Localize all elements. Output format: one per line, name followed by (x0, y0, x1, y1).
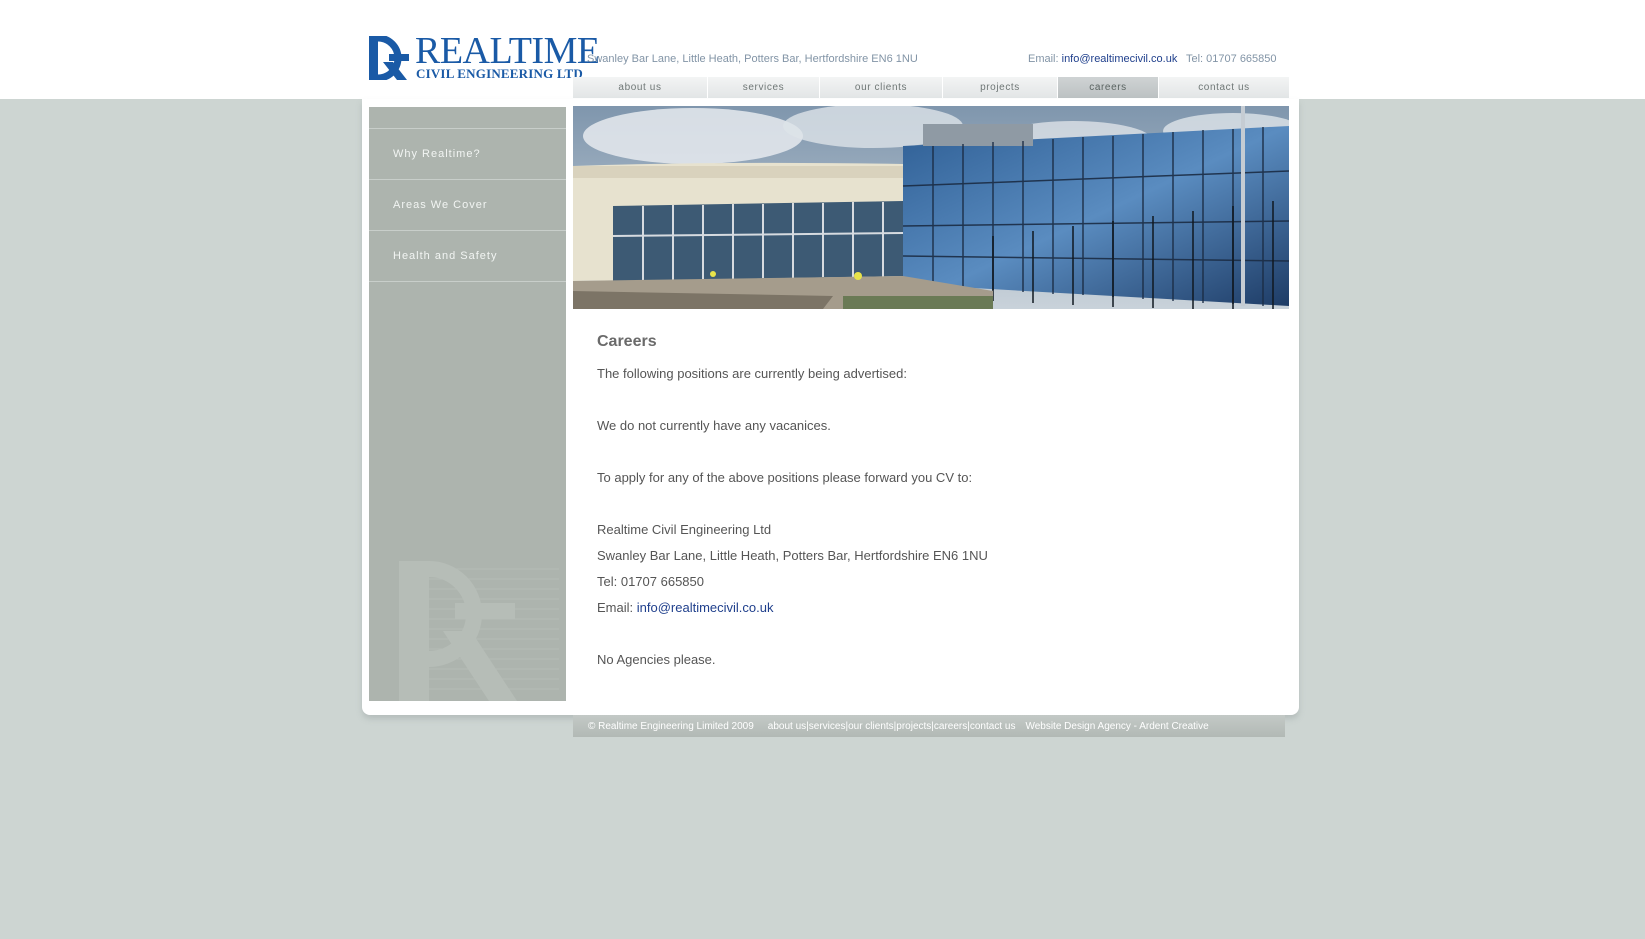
company-name: Realtime Civil Engineering Ltd (597, 522, 772, 537)
logo-watermark-icon (399, 561, 559, 701)
company-email-link[interactable]: info@realtimecivil.co.uk (637, 600, 774, 615)
header-email: Email: info@realtimecivil.co.uk (1028, 53, 1177, 65)
footer: © Realtime Engineering Limited 2009 abou… (573, 715, 1285, 737)
nav-about-us[interactable]: about us (573, 77, 708, 98)
main-nav: about us services our clients projects c… (573, 77, 1289, 98)
footer-link-careers[interactable]: careers (934, 721, 967, 732)
logo-title: REALTIME (415, 30, 600, 72)
rce-logo-mark-icon (369, 36, 409, 80)
header-tel: Tel: 01707 665850 (1186, 53, 1277, 65)
company-email-label: Email: (597, 600, 634, 615)
logo-subtitle: CIVIL ENGINEERING LTD (416, 66, 583, 81)
hero-building-image (573, 106, 1289, 309)
vacancies-text: We do not currently have any vacanices. (597, 418, 831, 433)
no-agencies-text: No Agencies please. (597, 652, 716, 667)
sidebar: Why Realtime? Areas We Cover Health and … (369, 107, 566, 701)
logo[interactable]: REALTIME CIVIL ENGINEERING LTD (369, 32, 600, 82)
header-email-label: Email: (1028, 53, 1059, 65)
nav-our-clients[interactable]: our clients (820, 77, 943, 98)
company-tel: Tel: 01707 665850 (597, 574, 704, 589)
careers-content: Careers The following positions are curr… (597, 333, 1277, 673)
nav-careers[interactable]: careers (1058, 77, 1159, 98)
footer-link-services[interactable]: services (809, 721, 846, 732)
footer-link-about-us[interactable]: about us (768, 721, 806, 732)
footer-agency-link[interactable]: Website Design Agency - Ardent Creative (1025, 721, 1208, 732)
footer-link-our-clients[interactable]: our clients (848, 721, 894, 732)
sidebar-top-bar (369, 107, 566, 129)
footer-copyright: © Realtime Engineering Limited 2009 (588, 720, 754, 732)
sidebar-item-health-and-safety[interactable]: Health and Safety (369, 231, 566, 282)
nav-services[interactable]: services (708, 77, 820, 98)
header-email-link[interactable]: info@realtimecivil.co.uk (1062, 53, 1178, 65)
sidebar-item-why-realtime[interactable]: Why Realtime? (369, 129, 566, 180)
footer-link-contact-us[interactable]: contact us (970, 721, 1016, 732)
footer-links: about us | services | our clients | proj… (768, 721, 1016, 732)
apply-text: To apply for any of the above positions … (597, 470, 973, 485)
company-address: Swanley Bar Lane, Little Heath, Potters … (597, 548, 988, 563)
intro-text: The following positions are currently be… (597, 366, 908, 381)
header-address: Swanley Bar Lane, Little Heath, Potters … (587, 53, 918, 65)
footer-link-projects[interactable]: projects (896, 721, 931, 732)
sidebar-item-areas-we-cover[interactable]: Areas We Cover (369, 180, 566, 231)
company-email: Email: info@realtimecivil.co.uk (597, 595, 1277, 621)
page-title: Careers (597, 333, 657, 350)
nav-contact-us[interactable]: contact us (1159, 77, 1289, 98)
nav-projects[interactable]: projects (943, 77, 1058, 98)
